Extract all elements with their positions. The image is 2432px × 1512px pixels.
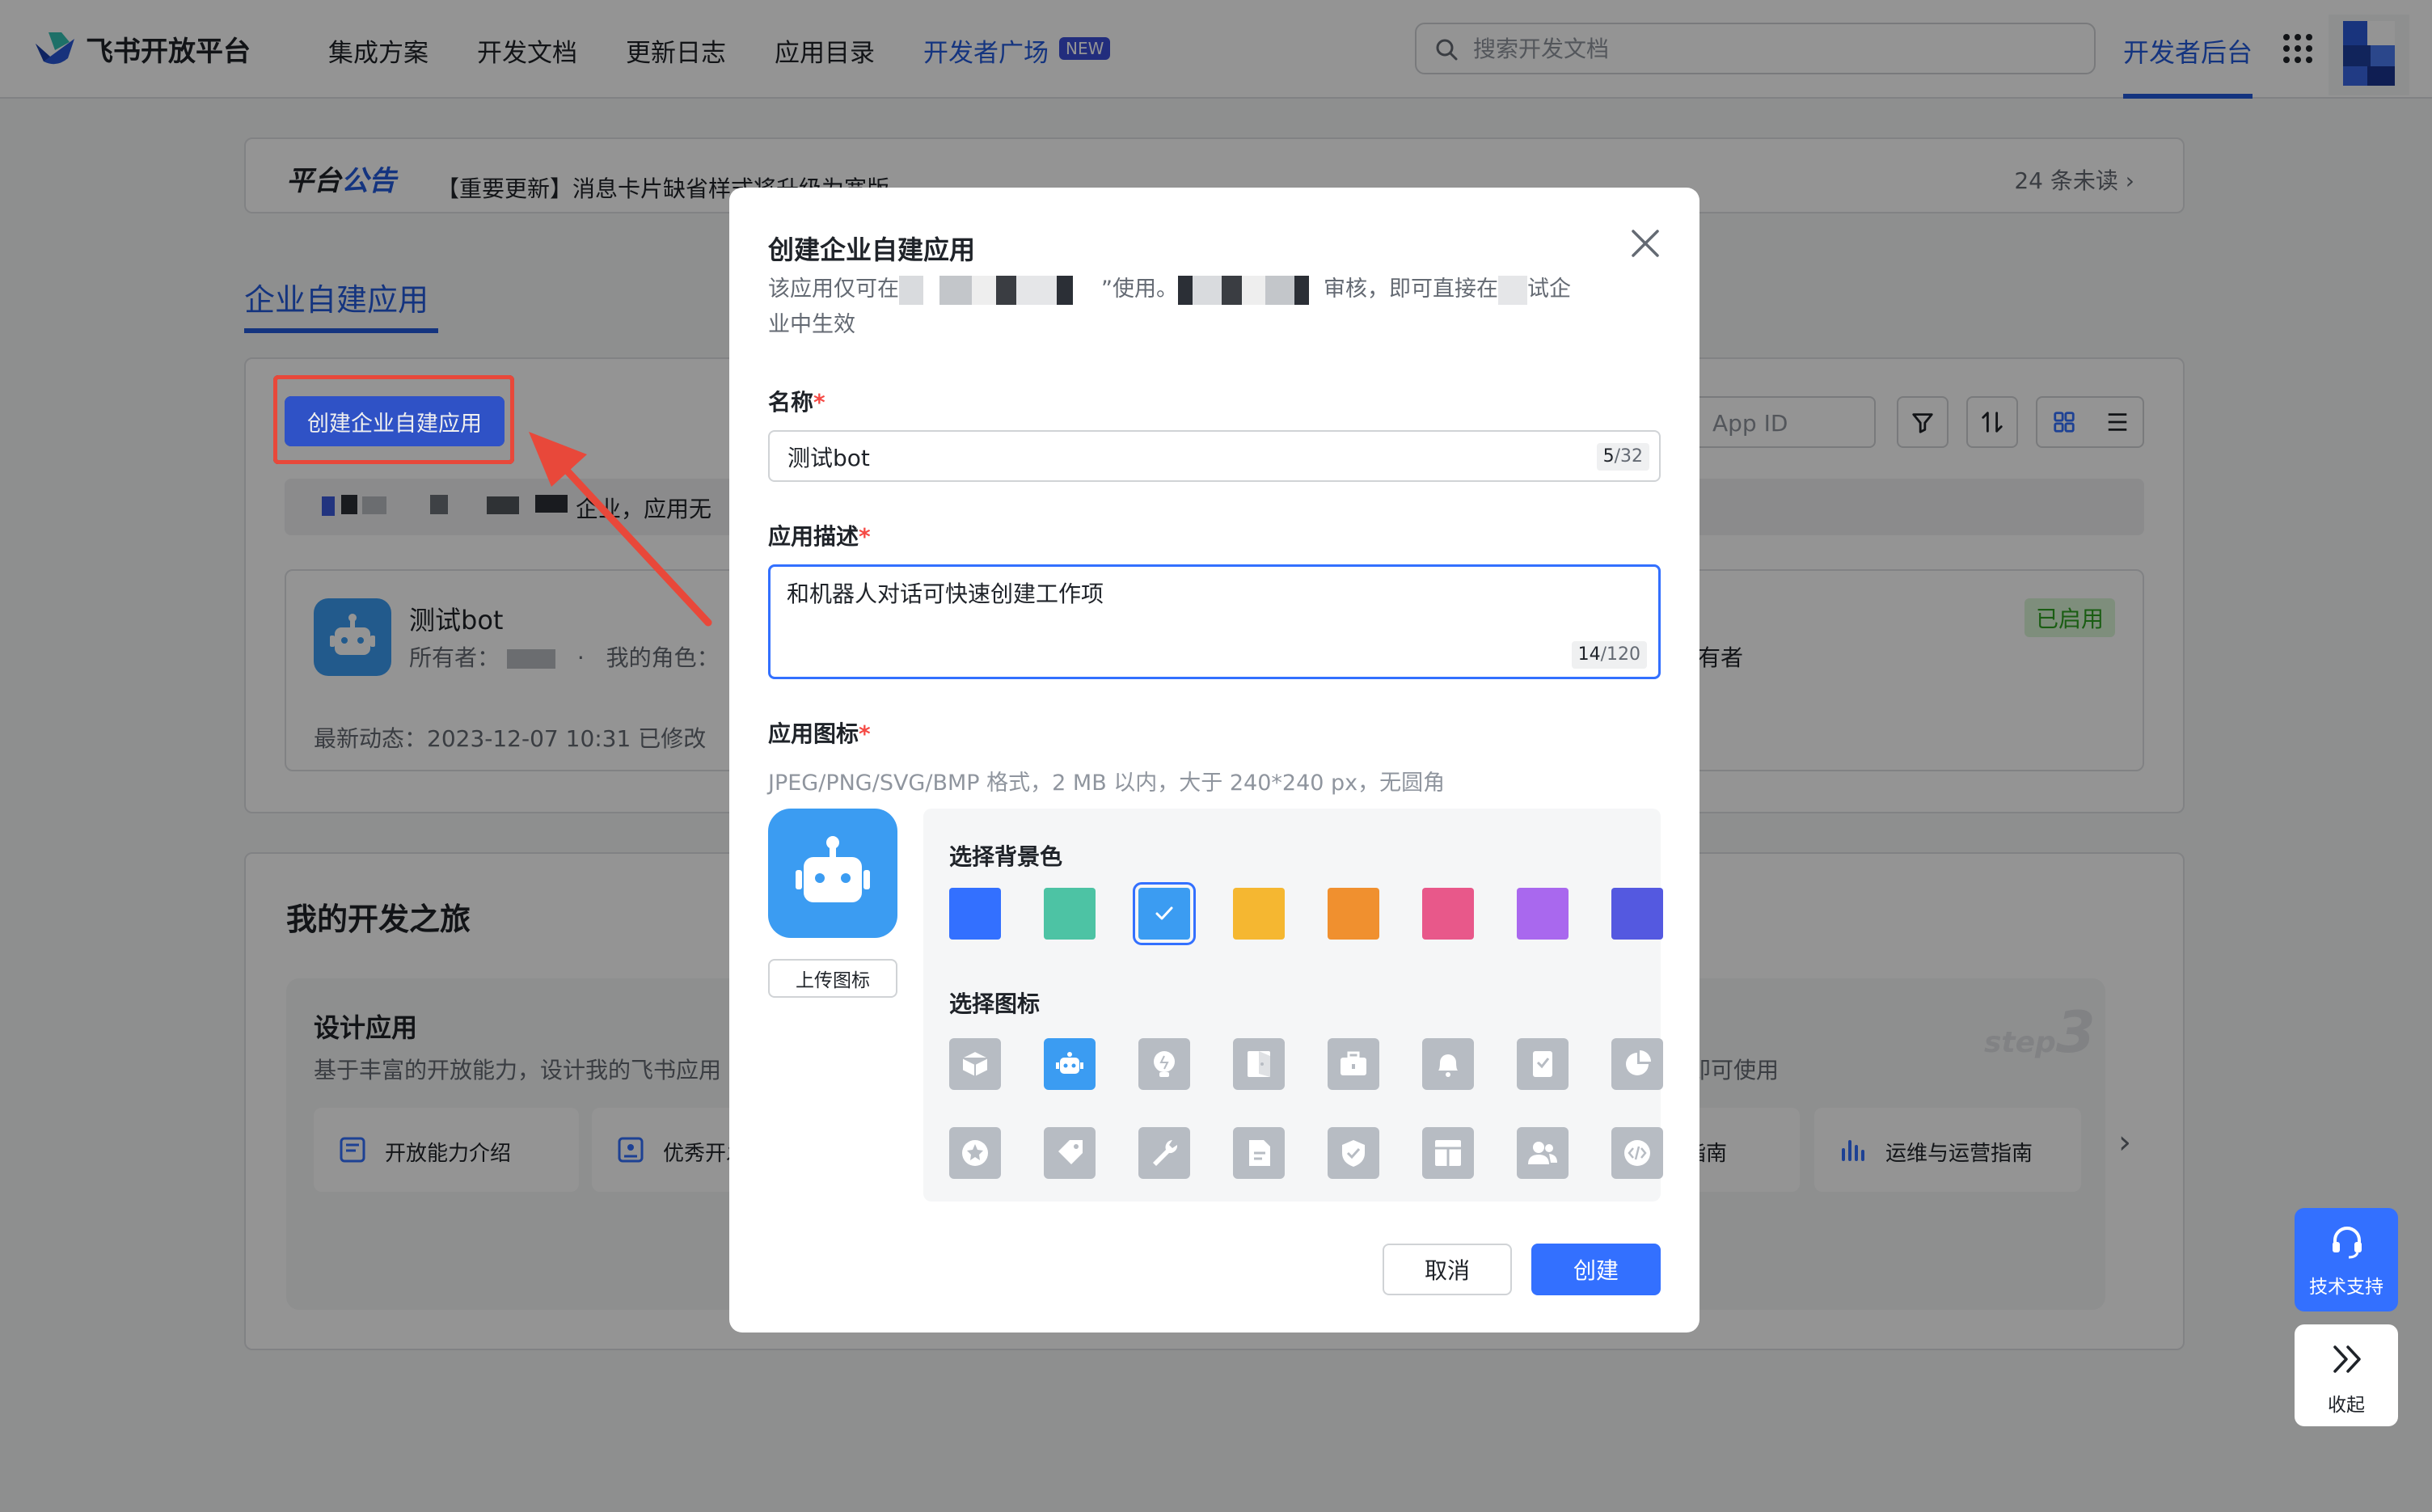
- icon-option[interactable]: [1328, 1127, 1379, 1179]
- pie-icon: [1626, 1050, 1651, 1075]
- bg-color-swatch[interactable]: [1133, 882, 1196, 945]
- close-icon[interactable]: [1628, 226, 1662, 260]
- users-icon: [1528, 1142, 1557, 1164]
- name-label: 名称*: [768, 389, 825, 416]
- name-input[interactable]: [787, 441, 1564, 472]
- tech-support-button[interactable]: 技术支持: [2295, 1208, 2398, 1311]
- icon-option[interactable]: [1517, 1038, 1569, 1090]
- icon-picker: 选择背景色 选择图标: [923, 809, 1663, 1202]
- door-icon: [1248, 1051, 1270, 1077]
- headset-icon: [2333, 1227, 2362, 1259]
- description-field[interactable]: 和机器人对话可快速创建工作项 14/120: [768, 564, 1661, 679]
- double-chevron-right-icon: [2333, 1345, 2361, 1373]
- bg-color-swatch[interactable]: [1233, 888, 1285, 940]
- icon-option[interactable]: [1233, 1038, 1285, 1090]
- bg-color-label: 选择背景色: [949, 843, 1063, 870]
- check-icon: [1155, 906, 1173, 920]
- icon-option[interactable]: [1044, 1038, 1096, 1090]
- dialog-title: 创建企业自建应用: [768, 234, 976, 265]
- description-char-counter: 14/120: [1571, 641, 1647, 669]
- briefcase-icon: [1341, 1051, 1366, 1075]
- app-icon-preview: [768, 809, 897, 938]
- layout-icon: [1435, 1140, 1461, 1166]
- icon-option[interactable]: [1611, 1038, 1663, 1090]
- icon-option[interactable]: [1044, 1127, 1096, 1179]
- icon-option[interactable]: [949, 1127, 1001, 1179]
- create-custom-app-button-top[interactable]: 创建企业自建应用: [285, 396, 505, 446]
- icon-option[interactable]: [1422, 1127, 1474, 1179]
- icon-option[interactable]: [1611, 1127, 1663, 1179]
- tag-icon: [1058, 1140, 1083, 1164]
- box-icon: [961, 1050, 989, 1079]
- dialog-description: 该应用仅可在 ”使用。 审核，即可直接在 试企 业中生效: [768, 275, 1571, 337]
- bell-icon: [1438, 1054, 1458, 1077]
- bg-color-swatch[interactable]: [1611, 888, 1663, 940]
- bg-color-swatch[interactable]: [1328, 888, 1379, 940]
- bg-color-swatch[interactable]: [1517, 888, 1569, 940]
- name-char-counter: 5/32: [1596, 443, 1649, 471]
- upload-icon-button[interactable]: 上传图标: [768, 959, 897, 998]
- icon-option[interactable]: [1517, 1127, 1569, 1179]
- icon-format-hint: JPEG/PNG/SVG/BMP 格式，2 MB 以内，大于 240*240 p…: [768, 771, 1446, 796]
- code-icon: [1624, 1140, 1650, 1166]
- icon-option[interactable]: [1233, 1127, 1285, 1179]
- robot-icon: [796, 836, 870, 902]
- robot-icon: [1056, 1052, 1083, 1074]
- shield-icon: [1342, 1140, 1365, 1167]
- bulb-icon: [1154, 1051, 1175, 1077]
- wrench-icon: [1153, 1140, 1178, 1166]
- bg-color-swatch[interactable]: [949, 888, 1001, 940]
- collapse-button[interactable]: 收起: [2295, 1324, 2398, 1426]
- icon-option[interactable]: [1138, 1038, 1190, 1090]
- bookmark-icon: [1533, 1051, 1552, 1077]
- cancel-button[interactable]: 取消: [1383, 1244, 1512, 1295]
- icon-pick-label: 选择图标: [949, 990, 1041, 1017]
- icon-option[interactable]: [1138, 1127, 1190, 1179]
- red-arrow-annotation: [529, 432, 712, 627]
- icon-label: 应用图标*: [768, 720, 871, 747]
- description-label: 应用描述*: [768, 523, 871, 550]
- document-icon: [1249, 1140, 1270, 1166]
- description-textarea[interactable]: 和机器人对话可快速创建工作项: [787, 577, 1595, 649]
- icon-option[interactable]: [949, 1038, 1001, 1090]
- create-button[interactable]: 创建: [1531, 1244, 1661, 1295]
- name-field[interactable]: 5/32: [768, 430, 1661, 482]
- icon-option[interactable]: [1328, 1038, 1379, 1090]
- bg-color-swatch[interactable]: [1044, 888, 1096, 940]
- icon-option[interactable]: [1422, 1038, 1474, 1090]
- star-icon: [962, 1140, 988, 1166]
- create-app-dialog: 创建企业自建应用 该应用仅可在”使用。审核，即可直接在试企 业中生效 名称* 5…: [729, 188, 1699, 1333]
- bg-color-swatch[interactable]: [1422, 888, 1474, 940]
